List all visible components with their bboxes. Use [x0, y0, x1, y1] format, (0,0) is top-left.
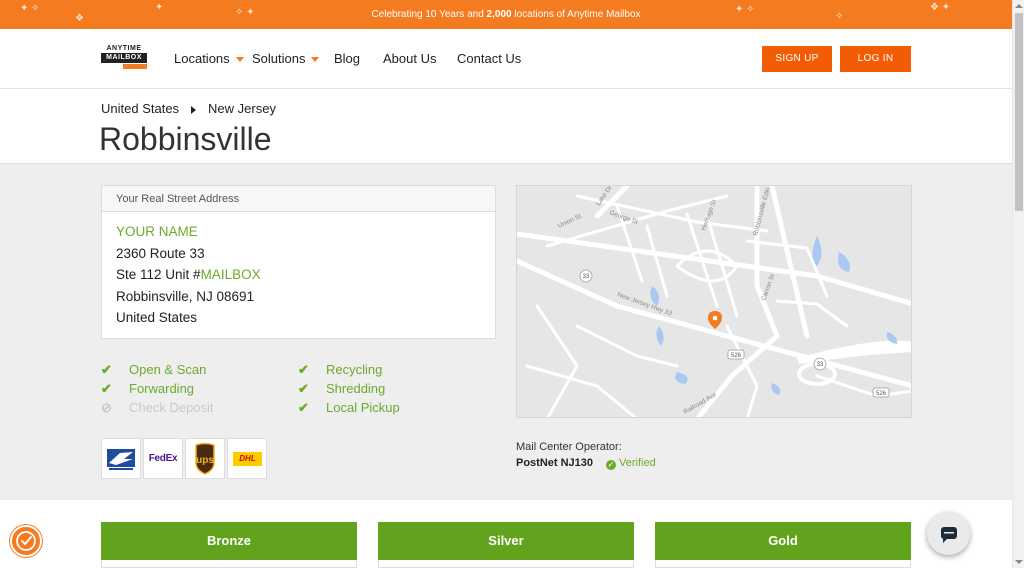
page-scrollbar[interactable] [1012, 0, 1024, 568]
confetti-decoration: ❖ [75, 13, 84, 24]
chat-button[interactable] [927, 512, 970, 555]
check-icon: ✔ [298, 381, 309, 396]
breadcrumb-country[interactable]: United States [101, 101, 179, 116]
accessibility-icon [16, 531, 36, 551]
scroll-up-arrow-icon[interactable] [1015, 4, 1023, 8]
dhl-logo: DHL [227, 438, 267, 479]
nav-solutions[interactable]: Solutions [252, 29, 320, 89]
nav-blog[interactable]: Blog [334, 29, 360, 89]
operator-name: PostNet NJ130 [516, 457, 594, 469]
logo-ribbon [123, 64, 147, 69]
breadcrumb: United States New Jersey [101, 101, 276, 116]
confetti-decoration: ✧ ✦ [235, 7, 255, 18]
feature-local-pickup: ✔ Local Pickup [298, 400, 400, 415]
address-city: Robbinsville, NJ 08691 [116, 288, 255, 304]
confetti-decoration: ❖ ✦ [930, 2, 951, 13]
plan-gold-body [655, 560, 911, 568]
address-country: United States [116, 310, 198, 325]
feature-shredding: ✔ Shredding [298, 381, 386, 396]
chat-icon [941, 527, 957, 543]
feature-recycling: ✔ Recycling [298, 362, 383, 377]
banner-text: Celebrating 10 Years and 2,000 locations… [371, 9, 641, 20]
location-map[interactable]: Union St George St Lake Dr Heritage St R… [516, 185, 912, 418]
plan-bronze-body [101, 560, 357, 568]
chevron-down-icon [235, 57, 244, 63]
page-title: Robbinsville [99, 121, 272, 157]
feature-check-deposit: ⊘ Check Deposit [101, 400, 214, 415]
promo-banner: ✦ ✧ ❖ ✦ ✧ ✦ ✦ ✧ ✧ ❖ ✦ Celebrating 10 Yea… [0, 0, 1012, 29]
page-header: United States New Jersey Robbinsville [0, 89, 1012, 164]
anytime-mailbox-logo[interactable]: ANYTIME MAILBOX [101, 45, 147, 73]
operator-label: Mail Center Operator: [516, 441, 622, 453]
verified-badge: ✓ Verified [606, 457, 656, 470]
confetti-decoration: ✦ [155, 2, 164, 13]
nav-locations[interactable]: Locations [174, 29, 244, 89]
plan-gold-header: Gold [655, 522, 911, 560]
address-street: 2360 Route 33 [116, 245, 205, 261]
confetti-decoration: ✦ ✧ [735, 4, 755, 15]
route-shield-526: 526 [731, 353, 742, 359]
ups-logo: ups [185, 438, 225, 479]
address-card-heading: Your Real Street Address [102, 186, 495, 212]
svg-text:ups: ups [196, 455, 214, 466]
plan-silver-body [378, 560, 634, 568]
check-icon: ✔ [101, 362, 112, 377]
usps-eagle-icon [107, 449, 135, 470]
feature-forwarding: ✔ Forwarding [101, 381, 195, 396]
scrollbar-thumb[interactable] [1015, 13, 1023, 211]
verified-check-icon: ✓ [606, 460, 616, 470]
address-suite: Ste 112 Unit #MAILBOX [116, 267, 261, 282]
address-block: YOUR NAME 2360 Route 33 Ste 112 Unit #MA… [102, 212, 495, 329]
breadcrumb-state[interactable]: New Jersey [208, 101, 276, 116]
fedex-logo: FedEx [143, 438, 183, 479]
confetti-decoration: ✦ ✧ [20, 3, 40, 14]
address-card: Your Real Street Address YOUR NAME 2360 … [101, 185, 496, 339]
check-icon: ✔ [101, 381, 112, 396]
main-nav: ANYTIME MAILBOX Locations Solutions Blog… [0, 29, 1012, 89]
nav-about-us[interactable]: About Us [383, 29, 436, 89]
route-shield-33: 33 [817, 362, 824, 368]
caret-right-icon [191, 105, 197, 114]
route-shield-526: 526 [876, 391, 887, 397]
plan-silver-header: Silver [378, 522, 634, 560]
log-in-button[interactable]: LOG IN [840, 46, 911, 72]
check-icon: ✔ [298, 400, 309, 415]
unavailable-icon: ⊘ [101, 400, 112, 415]
address-name: YOUR NAME [116, 224, 198, 239]
scroll-down-arrow-icon[interactable] [1015, 560, 1023, 564]
nav-contact-us[interactable]: Contact Us [457, 29, 521, 89]
plan-bronze-header: Bronze [101, 522, 357, 560]
confetti-decoration: ✧ [835, 11, 844, 22]
check-icon: ✔ [298, 362, 309, 377]
usps-logo [101, 438, 141, 479]
accessibility-button[interactable] [10, 525, 42, 557]
sign-up-button[interactable]: SIGN UP [762, 46, 832, 72]
feature-open-scan: ✔ Open & Scan [101, 362, 207, 377]
route-shield-33: 33 [583, 274, 590, 280]
map-canvas: Union St George St Lake Dr Heritage St R… [517, 186, 911, 417]
chevron-down-icon [311, 57, 320, 63]
